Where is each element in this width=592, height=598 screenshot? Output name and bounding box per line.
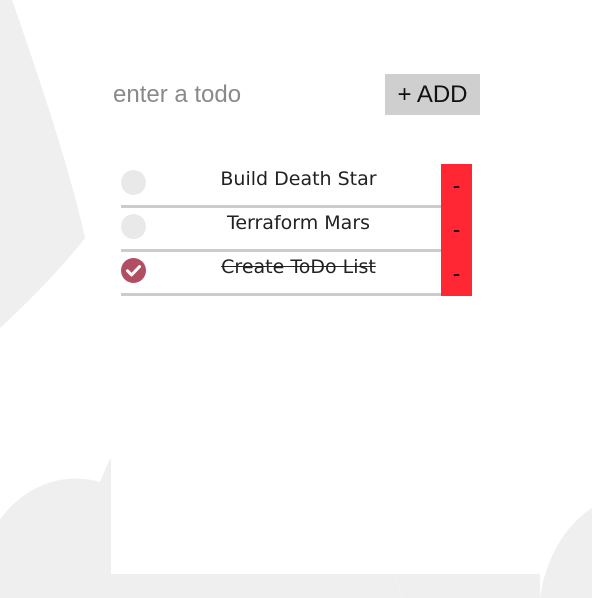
delete-button[interactable]: - <box>441 252 472 296</box>
todo-input[interactable] <box>111 76 383 114</box>
delete-button[interactable]: - <box>441 208 472 252</box>
todo-item: Create ToDo List - <box>121 252 472 296</box>
todo-checkbox[interactable] <box>121 214 146 239</box>
todo-text: Terraform Mars <box>226 212 371 234</box>
add-button[interactable]: + ADD <box>385 74 480 115</box>
todo-app: + ADD Build Death Star - Terraform Mars … <box>0 0 592 598</box>
todo-item: Terraform Mars - <box>121 208 472 252</box>
check-icon <box>126 265 141 277</box>
todo-text: Create ToDo List <box>221 256 376 278</box>
delete-button[interactable]: - <box>441 164 472 208</box>
todo-checkbox[interactable] <box>121 170 146 195</box>
todo-checkbox[interactable] <box>121 258 146 283</box>
todo-text: Build Death Star <box>220 168 377 190</box>
todo-list: Build Death Star - Terraform Mars - Crea… <box>121 164 472 296</box>
todo-item: Build Death Star - <box>121 164 472 208</box>
